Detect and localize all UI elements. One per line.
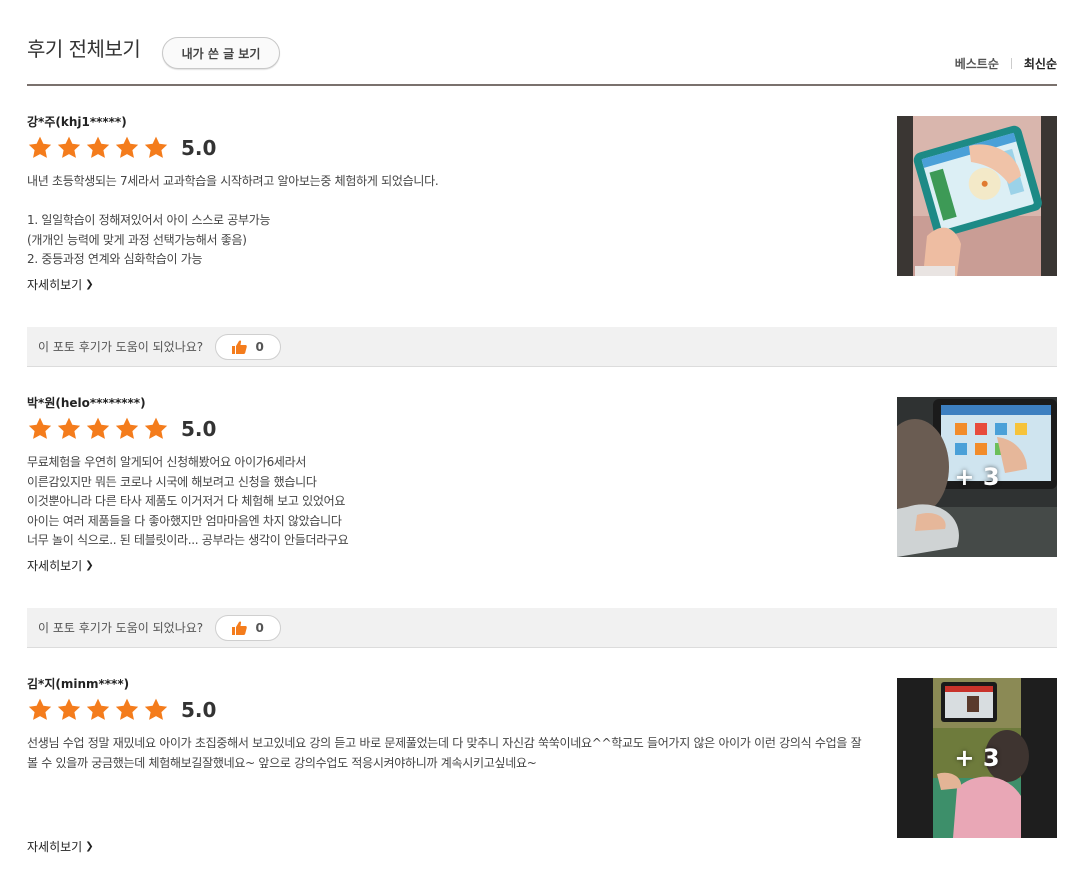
review-line: 2. 중등과정 연계와 심화학습이 가능 bbox=[27, 252, 203, 266]
star-icon bbox=[114, 697, 140, 723]
star-icon bbox=[85, 135, 111, 161]
see-more-link[interactable]: 자세히보기 ❯ bbox=[27, 276, 94, 293]
helpful-bar: 이 포토 후기가 도움이 되었나요? 0 bbox=[27, 608, 1057, 648]
rating-score: 5.0 bbox=[181, 136, 217, 160]
review-body: 선생님 수업 정말 재밌네요 아이가 초집중해서 보고있네요 강의 듣고 바로 … bbox=[27, 734, 867, 773]
review-line: 1. 일일학습이 정해져있어서 아이 스스로 공부가능 bbox=[27, 213, 271, 227]
rating-score: 5.0 bbox=[181, 417, 217, 441]
star-icon bbox=[27, 697, 53, 723]
star-icon bbox=[114, 416, 140, 442]
review-photo[interactable]: + 3 bbox=[897, 678, 1057, 838]
review-photo[interactable] bbox=[897, 116, 1057, 276]
review-line: 너무 놀이 식으로.. 된 테블릿이라... 공부라는 생각이 안들더라구요 bbox=[27, 533, 349, 547]
rating-score: 5.0 bbox=[181, 698, 217, 722]
chevron-right-icon: ❯ bbox=[85, 841, 94, 852]
page-title: 후기 전체보기 bbox=[27, 37, 141, 61]
review-item: 강*주(khj1*****) 5.0 내년 초등학생되는 7세라서 교과학습을 … bbox=[27, 113, 1057, 303]
star-icon bbox=[56, 135, 82, 161]
review-line: 아이는 여러 제품들을 다 좋아했지만 엄마마음엔 차지 않았습니다 bbox=[27, 513, 342, 528]
like-button[interactable]: 0 bbox=[215, 614, 282, 641]
photo-count: + 3 bbox=[954, 463, 1000, 491]
see-more-label: 자세히보기 bbox=[27, 840, 83, 854]
helpful-question: 이 포토 후기가 도움이 되었나요? bbox=[38, 340, 204, 354]
star-icon bbox=[143, 697, 169, 723]
star-icon bbox=[143, 416, 169, 442]
review-line: 무료체험을 우연히 알게되어 신청해봤어요 아이가6세라서 bbox=[27, 455, 307, 469]
review-item: 박*원(helo********) 5.0 무료체험을 우연히 알게되어 신청해… bbox=[27, 394, 1057, 584]
review-photo[interactable]: + 3 bbox=[897, 397, 1057, 557]
sort-options: 베스트순 최신순 bbox=[955, 55, 1057, 72]
review-header: 후기 전체보기 내가 쓴 글 보기 베스트순 최신순 bbox=[27, 0, 1057, 86]
star-icon bbox=[27, 416, 53, 442]
see-more-label: 자세히보기 bbox=[27, 559, 83, 573]
star-rating bbox=[27, 697, 172, 723]
review-line: 내년 초등학생되는 7세라서 교과학습을 시작하려고 알아보는중 체험하게 되었… bbox=[27, 174, 439, 188]
helpful-question: 이 포토 후기가 도움이 되었나요? bbox=[38, 621, 204, 635]
photo-count: + 3 bbox=[954, 744, 1000, 772]
review-body: 내년 초등학생되는 7세라서 교과학습을 시작하려고 알아보는중 체험하게 되었… bbox=[27, 172, 867, 270]
helpful-bar: 이 포토 후기가 도움이 되었나요? 0 bbox=[27, 327, 1057, 367]
like-button[interactable]: 0 bbox=[215, 333, 282, 360]
like-count: 0 bbox=[255, 620, 264, 635]
photo-count bbox=[897, 116, 1057, 276]
review-line: 이것뿐아니라 다른 타사 제품도 이거저거 다 체험해 보고 있었어요 bbox=[27, 494, 346, 508]
see-more-link[interactable]: 자세히보기 ❯ bbox=[27, 557, 94, 574]
see-more-label: 자세히보기 bbox=[27, 278, 83, 292]
chevron-right-icon: ❯ bbox=[85, 560, 94, 571]
star-icon bbox=[85, 697, 111, 723]
sort-best-button[interactable]: 베스트순 bbox=[955, 55, 999, 72]
review-line: 선생님 수업 정말 재밌네요 아이가 초집중해서 보고있네요 강의 듣고 바로 … bbox=[27, 736, 862, 770]
star-icon bbox=[85, 416, 111, 442]
review-line bbox=[27, 192, 867, 212]
sort-latest-button[interactable]: 최신순 bbox=[1024, 55, 1057, 72]
sort-divider bbox=[1010, 58, 1012, 69]
review-line: 이른감있지만 뭐든 코로나 시국에 해보려고 신청을 했습니다 bbox=[27, 474, 317, 489]
star-icon bbox=[56, 697, 82, 723]
review-item: 김*지(minm****) 5.0 선생님 수업 정말 재밌네요 아이가 초집중… bbox=[27, 675, 1057, 865]
review-line: (개개인 능력에 맞게 과정 선택가능해서 좋음) bbox=[27, 232, 247, 247]
star-icon bbox=[143, 135, 169, 161]
star-icon bbox=[56, 416, 82, 442]
star-rating bbox=[27, 135, 172, 161]
like-count: 0 bbox=[255, 339, 264, 354]
star-icon bbox=[114, 135, 140, 161]
star-rating bbox=[27, 416, 172, 442]
see-more-link[interactable]: 자세히보기 ❯ bbox=[27, 838, 94, 855]
my-reviews-button[interactable]: 내가 쓴 글 보기 bbox=[162, 37, 280, 69]
review-body: 무료체험을 우연히 알게되어 신청해봤어요 아이가6세라서 이른감있지만 뭐든 … bbox=[27, 453, 867, 551]
thumbs-up-icon bbox=[232, 339, 248, 354]
thumbs-up-icon bbox=[232, 620, 248, 635]
star-icon bbox=[27, 135, 53, 161]
chevron-right-icon: ❯ bbox=[85, 279, 94, 290]
